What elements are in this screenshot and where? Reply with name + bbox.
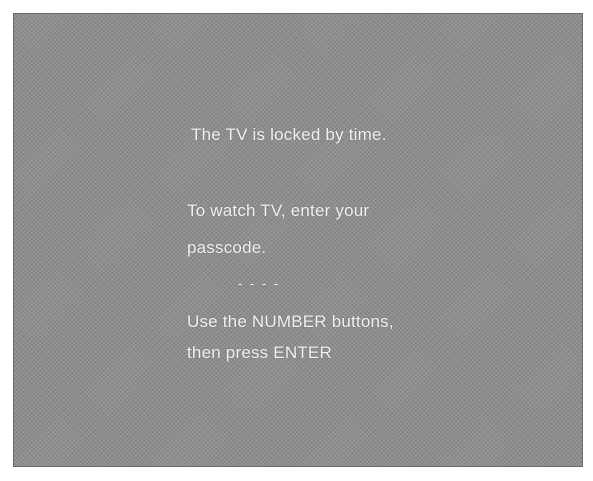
- tv-screen: [13, 13, 583, 467]
- instruction-line-2: passcode.: [187, 238, 267, 257]
- instruction-line-3: Use the NUMBER buttons,: [187, 312, 394, 331]
- instruction-line-4: then press ENTER: [187, 343, 332, 362]
- locked-message: The TV is locked by time.: [191, 125, 387, 144]
- instruction-line-1: To watch TV, enter your: [187, 201, 370, 220]
- passcode-input[interactable]: - - - -: [238, 277, 280, 291]
